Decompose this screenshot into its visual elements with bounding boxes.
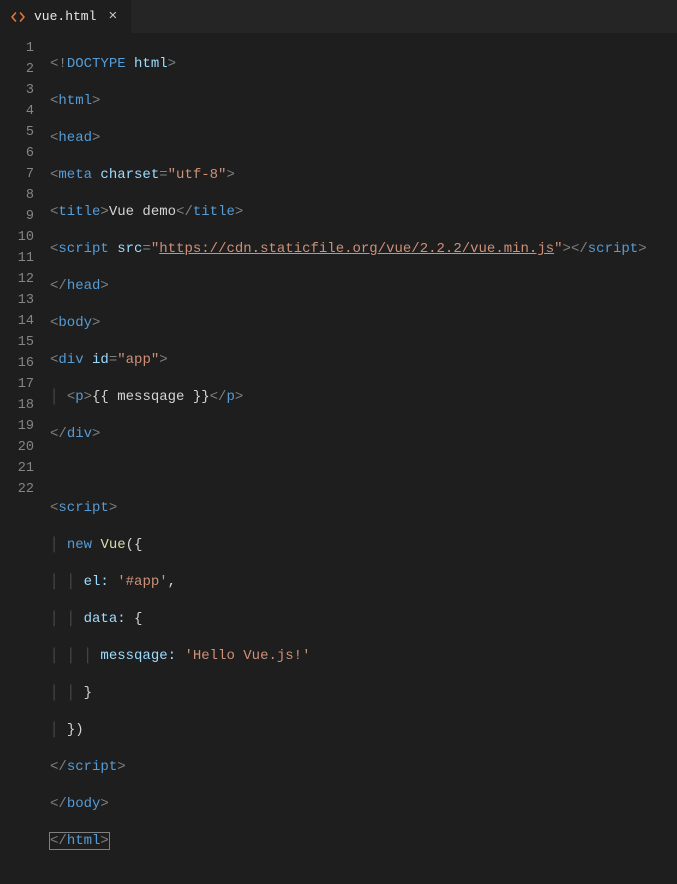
- code-line[interactable]: <html>: [50, 91, 677, 112]
- tab-active[interactable]: vue.html ×: [0, 0, 131, 33]
- line-number: 10: [0, 227, 50, 248]
- code-content[interactable]: <!DOCTYPE html> <html> <head> <meta char…: [50, 34, 677, 500]
- line-number: 8: [0, 185, 50, 206]
- code-line[interactable]: <!DOCTYPE html>: [50, 54, 677, 75]
- line-number: 9: [0, 206, 50, 227]
- code-line[interactable]: </html>: [50, 831, 677, 852]
- code-line[interactable]: <title>Vue demo</title>: [50, 202, 677, 223]
- code-file-icon: [10, 9, 26, 25]
- line-number: 15: [0, 332, 50, 353]
- line-number: 16: [0, 353, 50, 374]
- line-number: 7: [0, 164, 50, 185]
- line-number: 4: [0, 101, 50, 122]
- line-number: 12: [0, 269, 50, 290]
- tab-close-icon[interactable]: ×: [104, 7, 121, 26]
- line-number: 20: [0, 437, 50, 458]
- code-line[interactable]: │ }): [50, 720, 677, 741]
- line-number: 19: [0, 416, 50, 437]
- code-line[interactable]: │ <p>{{ messqage }}</p>: [50, 387, 677, 408]
- line-number: 2: [0, 59, 50, 80]
- line-number: 11: [0, 248, 50, 269]
- line-number: 22: [0, 479, 50, 500]
- code-line[interactable]: │ │ el: '#app',: [50, 572, 677, 593]
- code-line[interactable]: </script>: [50, 757, 677, 778]
- line-number: 3: [0, 80, 50, 101]
- line-number: 5: [0, 122, 50, 143]
- code-line[interactable]: </div>: [50, 424, 677, 445]
- code-line[interactable]: <script src="https://cdn.staticfile.org/…: [50, 239, 677, 260]
- line-number-gutter: 1 2 3 4 5 6 7 8 9 10 11 12 13 14 15 16 1…: [0, 34, 50, 500]
- code-line[interactable]: <script>: [50, 498, 677, 519]
- code-line[interactable]: <meta charset="utf-8">: [50, 165, 677, 186]
- tab-filename: vue.html: [34, 9, 96, 24]
- cursor: </html>: [50, 833, 109, 849]
- code-line[interactable]: │ │ }: [50, 683, 677, 704]
- code-line[interactable]: <body>: [50, 313, 677, 334]
- line-number: 13: [0, 290, 50, 311]
- line-number: 14: [0, 311, 50, 332]
- code-line[interactable]: │ new Vue({: [50, 535, 677, 556]
- tab-bar: vue.html ×: [0, 0, 677, 34]
- line-number: 17: [0, 374, 50, 395]
- line-number: 21: [0, 458, 50, 479]
- line-number: 18: [0, 395, 50, 416]
- code-line[interactable]: [50, 461, 677, 482]
- code-line[interactable]: │ │ │ messqage: 'Hello Vue.js!': [50, 646, 677, 667]
- code-line[interactable]: </head>: [50, 276, 677, 297]
- code-line[interactable]: </body>: [50, 794, 677, 815]
- line-number: 6: [0, 143, 50, 164]
- code-line[interactable]: <head>: [50, 128, 677, 149]
- line-number: 1: [0, 38, 50, 59]
- code-line[interactable]: <div id="app">: [50, 350, 677, 371]
- editor-area[interactable]: 1 2 3 4 5 6 7 8 9 10 11 12 13 14 15 16 1…: [0, 34, 677, 500]
- code-line[interactable]: │ │ data: {: [50, 609, 677, 630]
